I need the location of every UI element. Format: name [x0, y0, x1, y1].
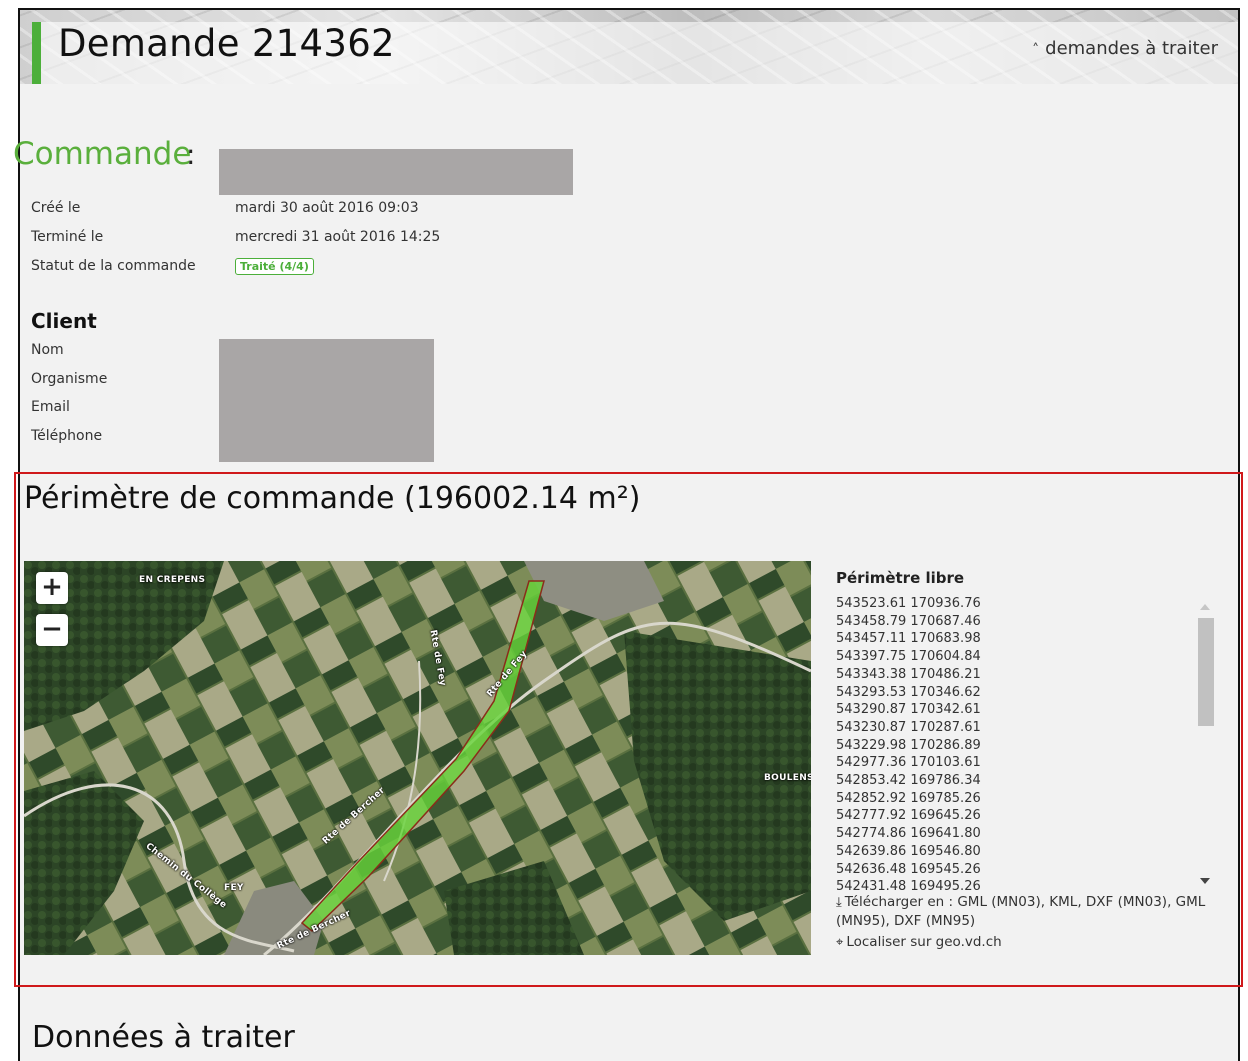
back-to-requests-link[interactable]: ˄ demandes à traiter	[1032, 38, 1218, 59]
scroll-thumb[interactable]	[1198, 618, 1214, 726]
coordinates-scrollbar[interactable]	[1196, 598, 1216, 890]
redacted-client-info	[219, 339, 434, 462]
redacted-order-name	[219, 149, 573, 195]
coordinate-item: 543343.38 170486.21	[836, 666, 981, 682]
data-to-process-heading: Données à traiter	[32, 1020, 295, 1055]
coordinate-item: 542639.86 169546.80	[836, 843, 981, 859]
commande-heading: Commande	[13, 136, 192, 172]
status-label: Statut de la commande	[31, 258, 196, 274]
coordinate-item: 542852.92 169785.26	[836, 790, 981, 806]
double-chevron-up-icon: ˄	[1032, 42, 1040, 58]
scroll-down-arrow-icon[interactable]	[1200, 878, 1210, 884]
client-organisation-label: Organisme	[31, 371, 108, 387]
coordinate-item: 543230.87 170287.61	[836, 719, 981, 735]
coordinate-item: 542774.86 169641.80	[836, 826, 981, 842]
free-perimeter-heading: Périmètre libre	[836, 569, 965, 587]
coordinate-item: 543293.53 170346.62	[836, 684, 981, 700]
map-place-label: EN CREPENS	[139, 575, 206, 585]
map-place-label: BOULENS	[764, 773, 811, 783]
coordinate-item: 542777.92 169645.26	[836, 808, 981, 824]
client-phone-label: Téléphone	[31, 428, 103, 444]
status-badge: Traité (4/4)	[235, 258, 314, 275]
created-label: Créé le	[31, 200, 81, 216]
coordinates-list[interactable]: 543523.61 170936.76 543458.79 170687.46 54…	[836, 595, 1216, 895]
created-value: mardi 30 août 2016 09:03	[235, 200, 419, 216]
client-name-label: Nom	[31, 342, 64, 358]
map-view[interactable]: + − EN CREPENS BOULENS Rte de Bercher Rt…	[24, 561, 811, 955]
client-email-label: Email	[31, 399, 70, 415]
localise-link[interactable]: ⌖ Localiser sur geo.vd.ch	[836, 934, 1002, 950]
localise-text[interactable]: Localiser sur geo.vd.ch	[846, 934, 1001, 950]
back-link-label: demandes à traiter	[1045, 38, 1218, 59]
page-title: Demande 214362	[58, 22, 395, 65]
aerial-map-image	[24, 561, 811, 955]
scroll-up-arrow-icon[interactable]	[1200, 604, 1210, 610]
zoom-out-button[interactable]: −	[36, 614, 68, 646]
coordinate-item: 542977.36 170103.61	[836, 755, 981, 771]
download-links[interactable]: ⤓ Télécharger en : GML (MN03), KML, DXF (…	[836, 893, 1216, 930]
coordinate-item: 542636.48 169545.26	[836, 861, 981, 877]
download-icon: ⤓	[836, 895, 842, 910]
coordinate-item: 543523.61 170936.76	[836, 596, 981, 611]
map-place-label: FEY	[224, 883, 244, 893]
finished-label: Terminé le	[31, 229, 104, 245]
commande-colon: :	[186, 138, 196, 171]
map-pin-icon: ⌖	[836, 935, 844, 950]
coordinate-item: 543229.98 170286.89	[836, 737, 981, 753]
finished-value: mercredi 31 août 2016 14:25	[235, 229, 441, 245]
client-heading: Client	[31, 309, 97, 333]
coordinate-item: 543397.75 170604.84	[836, 649, 981, 665]
download-text[interactable]: Télécharger en : GML (MN03), KML, DXF (M…	[836, 894, 1205, 929]
coordinate-item: 543457.11 170683.98	[836, 631, 981, 647]
coordinate-item: 543458.79 170687.46	[836, 613, 981, 629]
coordinate-item: 543290.87 170342.61	[836, 702, 981, 718]
accent-bar	[32, 22, 41, 84]
perimeter-heading: Périmètre de commande (196002.14 m²)	[24, 481, 641, 516]
coordinate-item: 542853.42 169786.34	[836, 773, 981, 789]
zoom-in-button[interactable]: +	[36, 572, 68, 604]
header-banner: Demande 214362 ˄ demandes à traiter	[20, 10, 1238, 84]
